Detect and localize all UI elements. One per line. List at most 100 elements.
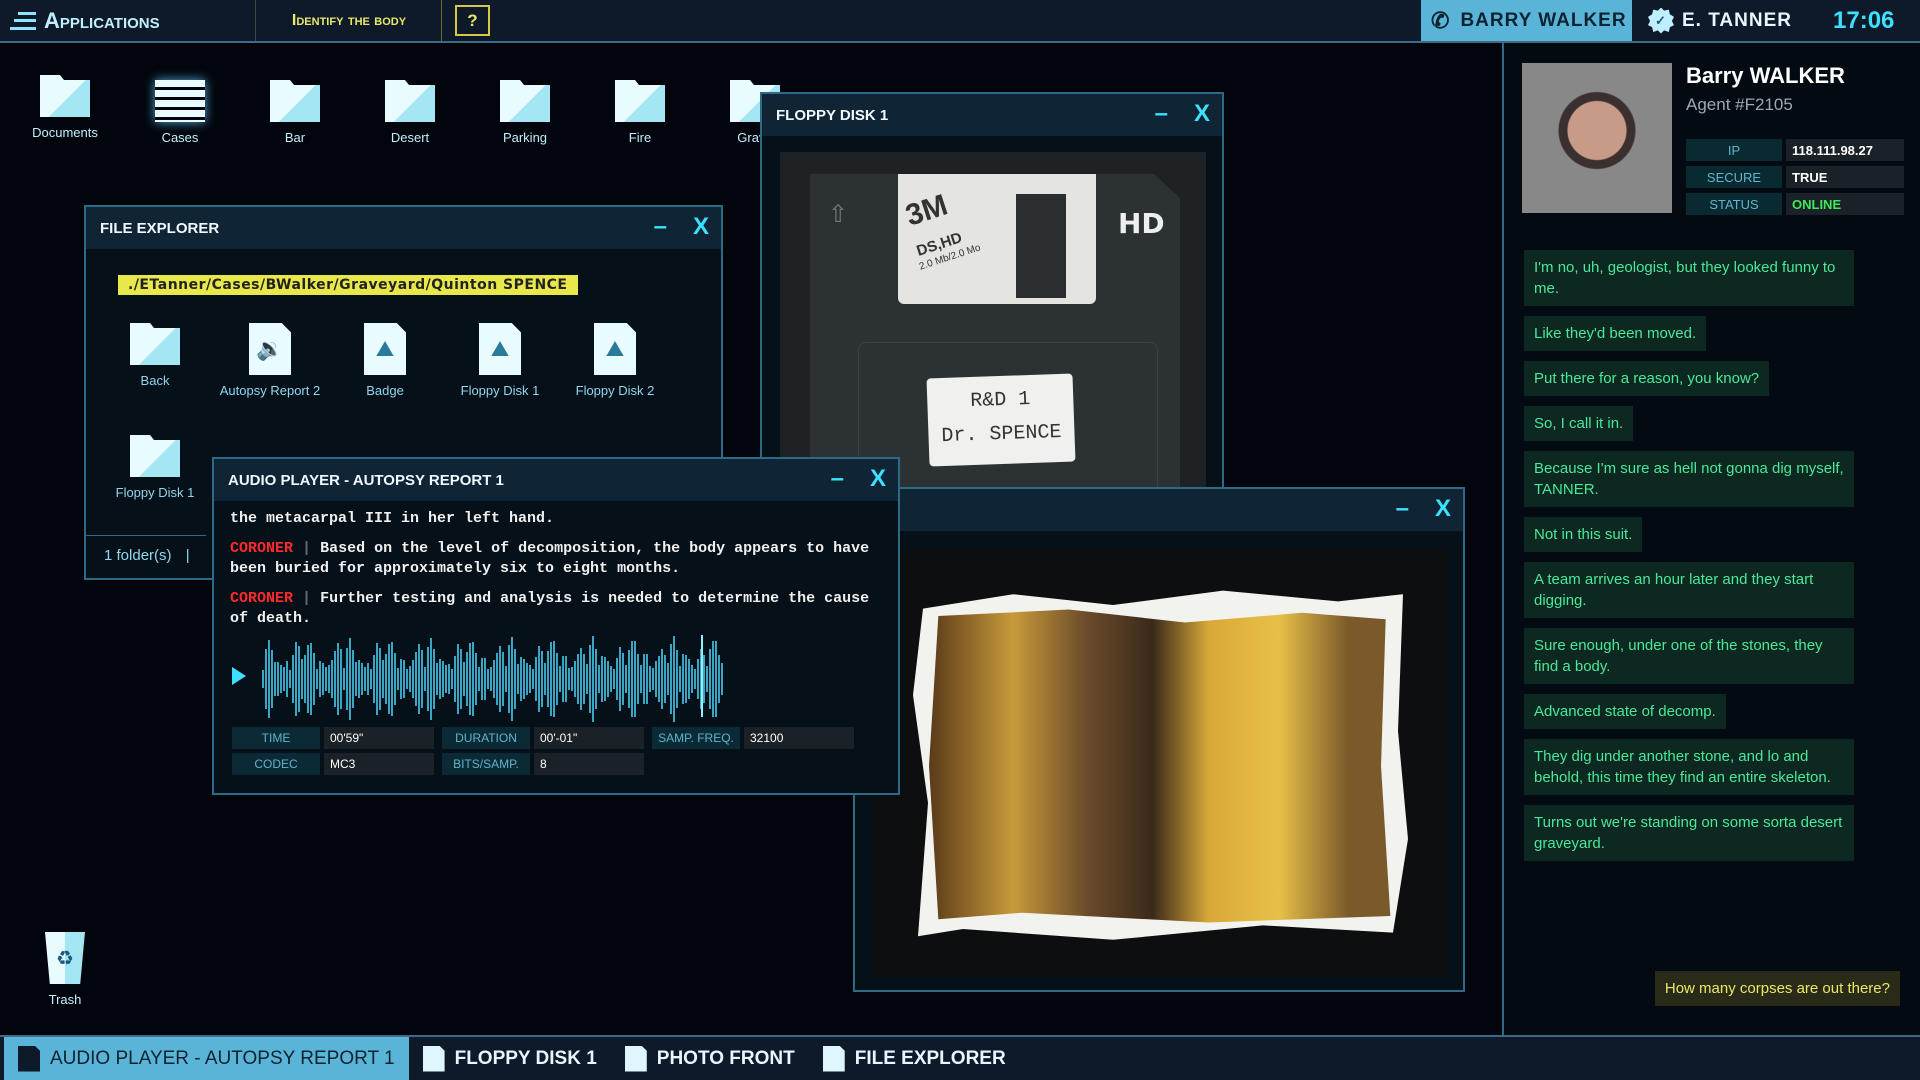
waveform-bar xyxy=(655,661,657,697)
minimize-button[interactable]: – xyxy=(831,465,844,493)
waveform-bar xyxy=(274,661,276,697)
waveform-bar xyxy=(550,641,552,717)
bits-label: BITS/SAMP. xyxy=(442,753,530,775)
playhead[interactable] xyxy=(700,635,703,717)
transcript-text: Further testing and analysis is needed t… xyxy=(230,590,870,627)
time-value: 00'59" xyxy=(324,727,434,749)
top-bar: Applications Identify the body ? ✆ BARRY … xyxy=(0,0,1920,43)
active-call-tab[interactable]: ✆ BARRY WALKER xyxy=(1421,0,1632,41)
photo-titlebar[interactable] xyxy=(855,489,1463,531)
audio-player-titlebar[interactable]: AUDIO PLAYER - AUTOPSY REPORT 1 xyxy=(214,459,898,501)
caller-name: BARRY WALKER xyxy=(1460,9,1627,31)
desktop-icon-bar[interactable]: Bar xyxy=(245,80,345,145)
waveform-bar xyxy=(625,664,627,694)
desktop-icon-fire[interactable]: Fire xyxy=(590,80,690,145)
file-item-label: Floppy Disk 2 xyxy=(575,383,655,398)
desktop-icon-documents[interactable]: Documents xyxy=(15,75,115,140)
waveform-bar xyxy=(262,670,264,688)
cases-tray-icon xyxy=(155,80,205,122)
waveform-bar xyxy=(469,642,471,716)
minimize-button[interactable]: – xyxy=(1396,495,1409,523)
floppy-titlebar[interactable]: FLOPPY DISK 1 xyxy=(762,94,1222,136)
photo-front-window: – X xyxy=(853,487,1465,992)
waveform-bar xyxy=(688,659,690,699)
close-button[interactable]: X xyxy=(693,213,709,241)
waveform-bar xyxy=(547,651,549,707)
chat-message: They dig under another stone, and lo and… xyxy=(1524,739,1854,795)
reply-option[interactable]: How many corpses are out there? xyxy=(1654,971,1900,1006)
minimize-button[interactable]: – xyxy=(1155,100,1168,128)
waveform-bar xyxy=(481,657,483,701)
chat-message: Advanced state of decomp. xyxy=(1524,694,1726,729)
close-button[interactable]: X xyxy=(1194,100,1210,128)
file-item[interactable]: 🔉 Autopsy Report 2 xyxy=(215,323,325,398)
taskbar-item[interactable]: FILE EXPLORER xyxy=(809,1037,1020,1080)
speaker-label: CORONER xyxy=(230,540,294,557)
file-item[interactable]: ⛰ Floppy Disk 2 xyxy=(560,323,670,398)
waveform-bar xyxy=(718,654,720,704)
waveform-bar xyxy=(646,654,648,704)
help-button[interactable]: ? xyxy=(455,5,490,36)
waveform-bar xyxy=(529,665,531,693)
waveform-bar xyxy=(436,662,438,696)
waveform-bar xyxy=(382,660,384,698)
file-explorer-titlebar[interactable]: FILE EXPLORER xyxy=(86,207,721,249)
waveform-bar xyxy=(391,642,393,716)
waveform-bar xyxy=(415,651,417,707)
user-account[interactable]: ✓ E. TANNER xyxy=(1648,0,1792,41)
waveform-bar xyxy=(283,666,285,692)
image-file-icon: ⛰ xyxy=(364,323,406,375)
waveform-bar xyxy=(541,651,543,707)
minimize-button[interactable]: – xyxy=(654,213,667,241)
waveform-bar xyxy=(364,667,366,691)
waveform-bar xyxy=(523,658,525,700)
play-button[interactable] xyxy=(232,667,246,685)
window-title: FLOPPY DISK 1 xyxy=(776,106,889,124)
waveform-bar xyxy=(319,661,321,697)
applications-menu[interactable]: Applications xyxy=(0,0,256,41)
taskbar-item[interactable]: AUDIO PLAYER - AUTOPSY REPORT 1 xyxy=(4,1037,409,1080)
freq-value: 32100 xyxy=(744,727,854,749)
desktop-icon-trash[interactable]: ♻ Trash xyxy=(15,932,115,1007)
clock: 17:06 xyxy=(1833,6,1895,34)
desktop-icon-label: Cases xyxy=(161,130,199,145)
waveform-bar xyxy=(628,650,630,708)
waveform-bar xyxy=(355,662,357,696)
taskbar-item[interactable]: PHOTO FRONT xyxy=(611,1037,809,1080)
desktop-icon-cases[interactable]: Cases xyxy=(130,80,230,145)
waveform-bar xyxy=(295,641,297,717)
waveform-bar xyxy=(292,654,294,704)
file-item[interactable]: Floppy Disk 1 xyxy=(100,435,210,500)
hd-logo: HD xyxy=(1118,207,1165,240)
close-button[interactable]: X xyxy=(870,465,886,493)
waveform-bar xyxy=(703,654,705,704)
mission-objective[interactable]: Identify the body xyxy=(257,0,442,41)
waveform-bar xyxy=(304,655,306,703)
waveform-bar xyxy=(661,649,663,709)
folder-icon xyxy=(822,1045,845,1072)
waveform-bar xyxy=(325,667,327,691)
waveform-bar xyxy=(451,668,453,690)
torn-photo xyxy=(873,547,1447,977)
chat-message: I'm no, uh, geologist, but they looked f… xyxy=(1524,250,1854,306)
chat-message: Put there for a reason, you know? xyxy=(1524,361,1770,396)
waveform-bar xyxy=(385,653,387,705)
desktop-icon-parking[interactable]: Parking xyxy=(475,80,575,145)
codec-label: CODEC xyxy=(232,753,320,775)
taskbar-item[interactable]: FLOPPY DISK 1 xyxy=(409,1037,611,1080)
file-item[interactable]: ⛰ Floppy Disk 1 xyxy=(445,323,555,398)
file-item[interactable]: ⛰ Badge xyxy=(330,323,440,398)
waveform[interactable] xyxy=(262,636,724,722)
desktop-icon-desert[interactable]: Desert xyxy=(360,80,460,145)
file-item[interactable]: Back xyxy=(100,323,210,388)
waveform-bar xyxy=(427,646,429,712)
waveform-bar xyxy=(379,647,381,711)
waveform-bar xyxy=(280,665,282,693)
waveform-bar xyxy=(403,660,405,698)
waveform-bar xyxy=(484,658,486,700)
taskbar-item-label: FILE EXPLORER xyxy=(854,1047,1006,1069)
transcript-text: Based on the level of decomposition, the… xyxy=(230,540,870,577)
close-button[interactable]: X xyxy=(1435,495,1451,523)
waveform-bar xyxy=(538,645,540,713)
waveform-bar xyxy=(643,653,645,705)
